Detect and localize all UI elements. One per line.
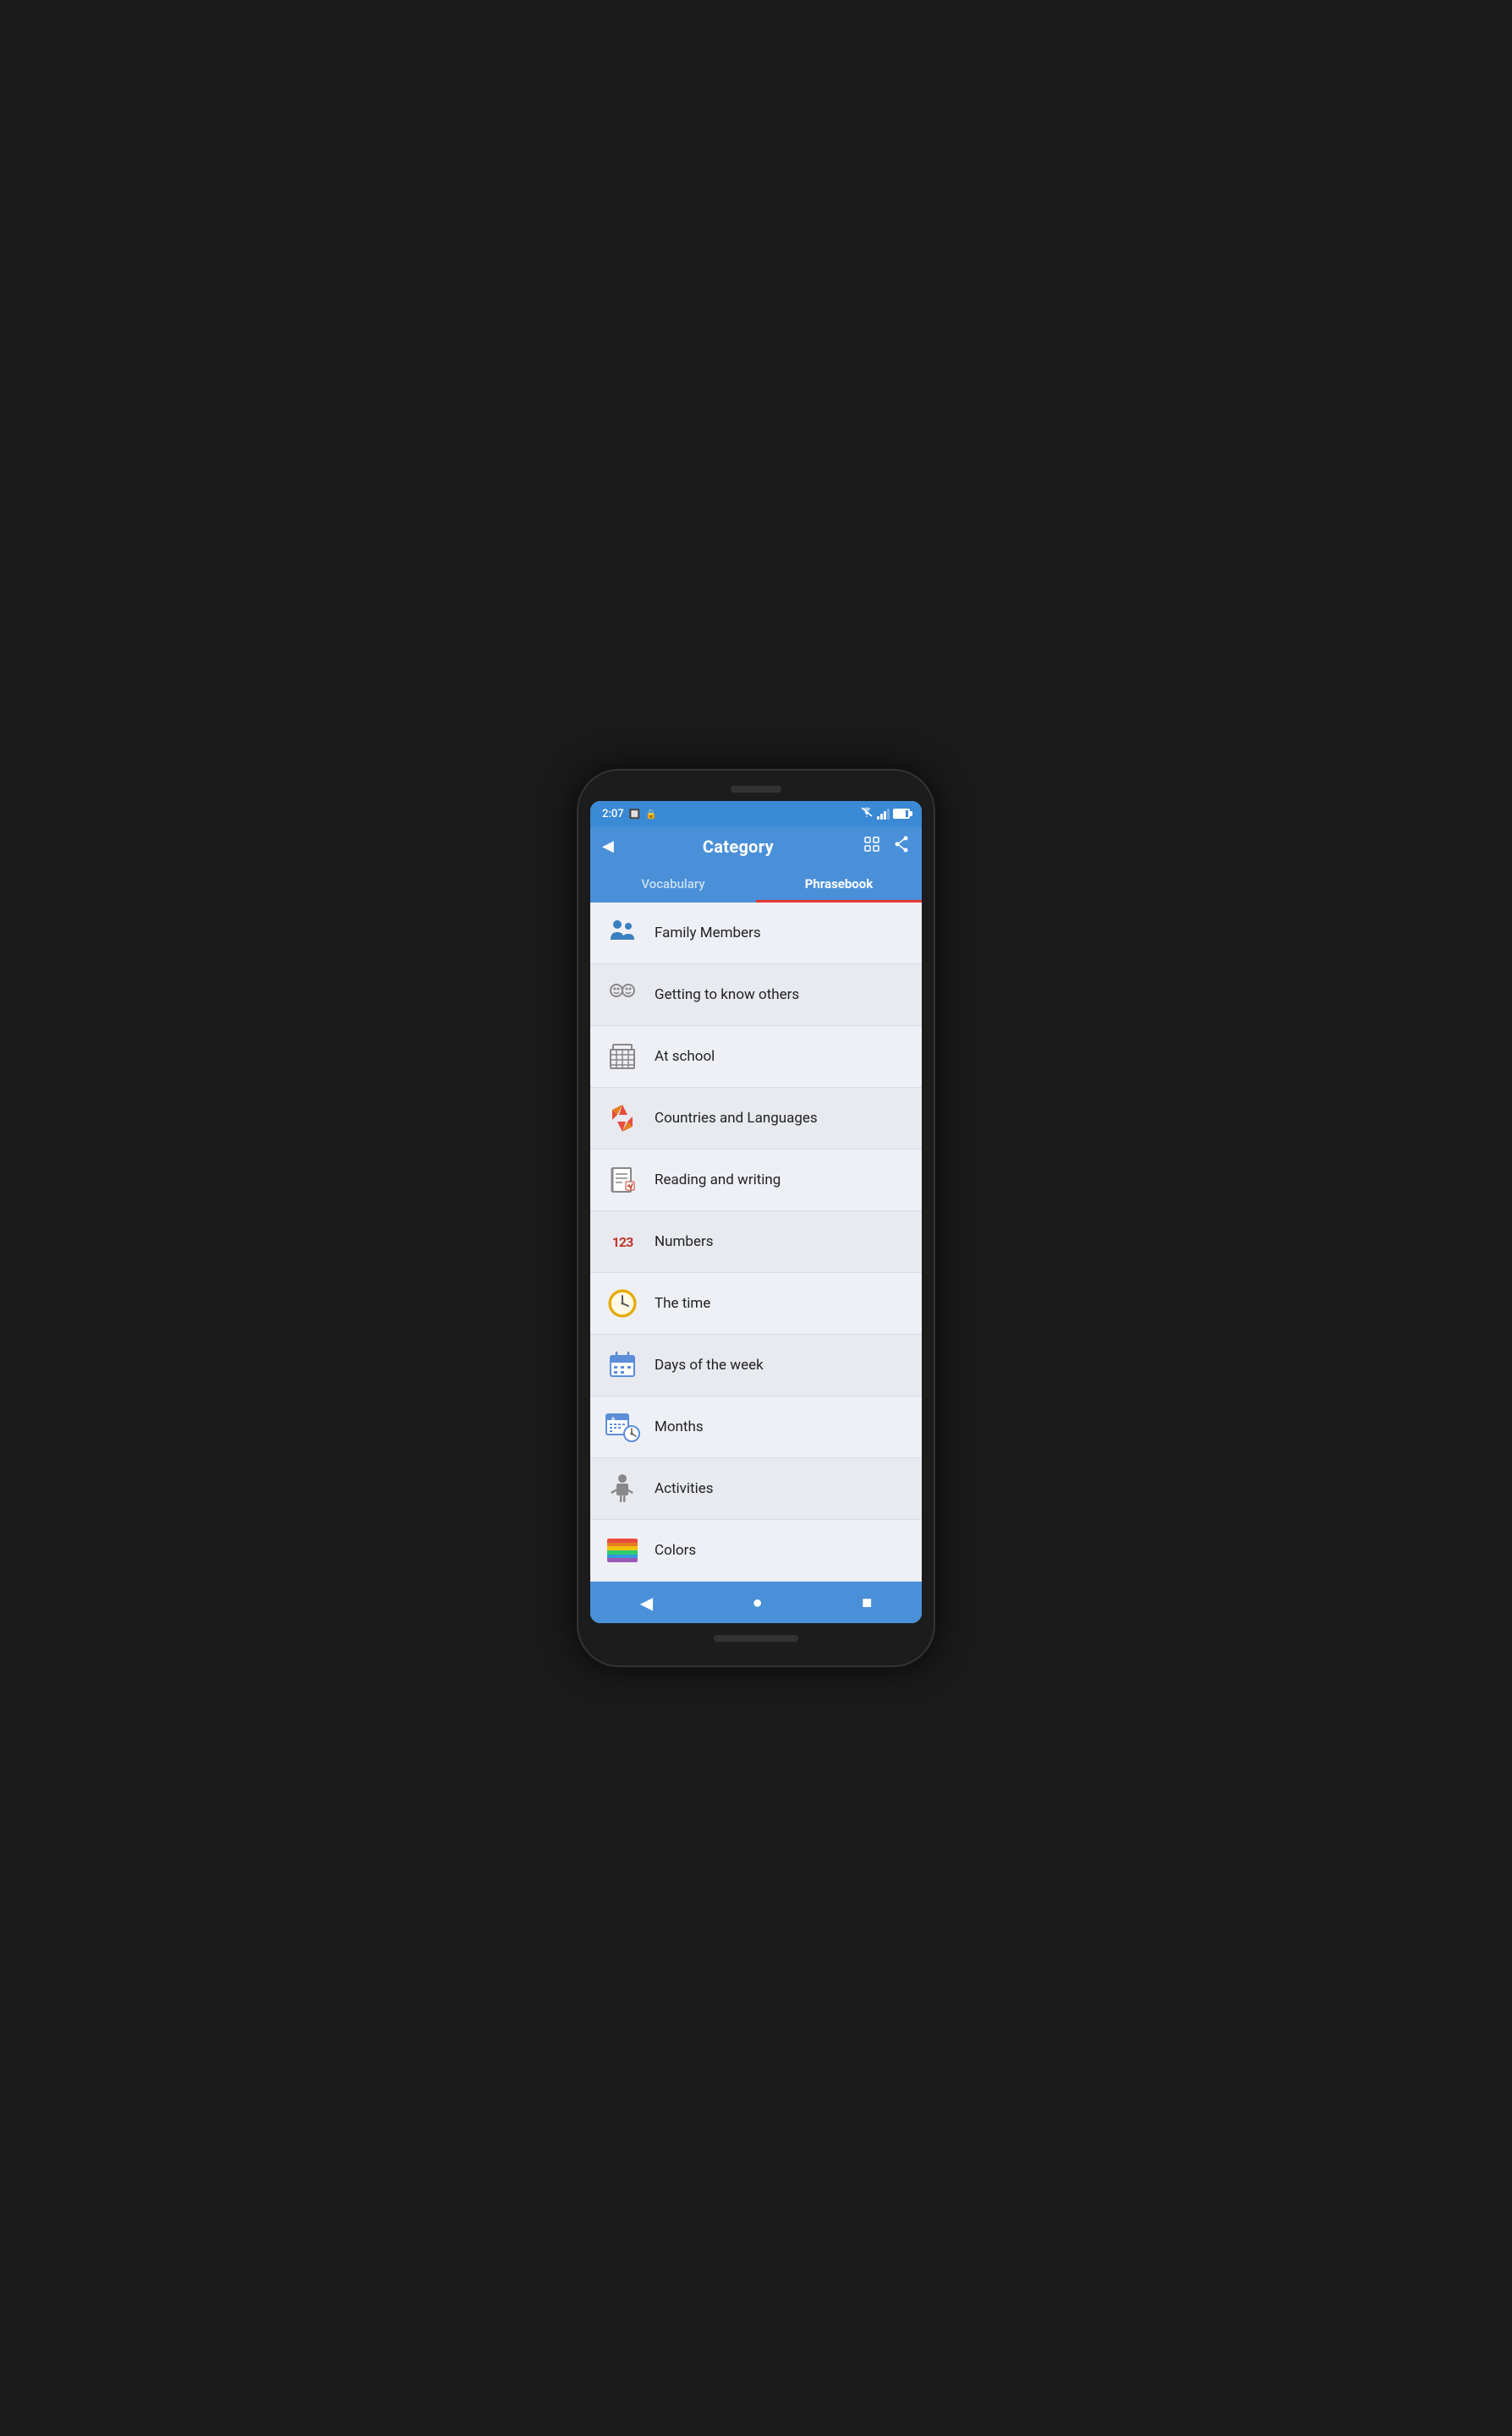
nav-home-button[interactable]: ●	[753, 1592, 763, 1613]
list-item[interactable]: 123 Numbers	[590, 1211, 922, 1273]
list-item[interactable]: Reading and writing	[590, 1149, 922, 1211]
book-icon	[604, 1161, 641, 1199]
months-icon: 9	[604, 1408, 641, 1446]
back-button[interactable]: ◀	[602, 837, 614, 855]
item-label-days: Days of the week	[655, 1357, 764, 1374]
app-bar-icons	[863, 835, 910, 858]
phone-shell: 2:07 🔲 🔒	[578, 771, 934, 1665]
speaker	[731, 786, 781, 793]
app-bar: ◀ Category	[590, 826, 922, 866]
home-button	[714, 1635, 798, 1642]
category-list: Family Members Getting to	[590, 903, 922, 1582]
family-icon	[604, 914, 641, 952]
globe-icon	[604, 1100, 641, 1137]
battery-icon	[893, 809, 910, 819]
item-label-numbers: Numbers	[655, 1233, 714, 1250]
status-bar: 2:07 🔲 🔒	[590, 801, 922, 826]
item-label-time: The time	[655, 1295, 710, 1312]
nav-recent-button[interactable]: ■	[862, 1592, 872, 1613]
grid-icon[interactable]	[863, 835, 881, 858]
lock-icon: 🔒	[645, 809, 657, 820]
bottom-nav: ◀ ● ■	[590, 1582, 922, 1623]
item-label-countries: Countries and Languages	[655, 1110, 818, 1127]
list-item[interactable]: The time	[590, 1273, 922, 1335]
item-label-people: Getting to know others	[655, 986, 799, 1003]
tab-bar: Vocabulary Phrasebook	[590, 866, 922, 903]
list-item[interactable]: At school	[590, 1026, 922, 1088]
list-item[interactable]: Family Members	[590, 903, 922, 964]
time-display: 2:07	[602, 808, 624, 820]
svg-text:9: 9	[611, 1417, 615, 1424]
list-item[interactable]: Activities	[590, 1458, 922, 1520]
colors-icon	[604, 1532, 641, 1569]
signal-icon	[877, 809, 890, 820]
people-icon	[604, 976, 641, 1013]
item-label-colors: Colors	[655, 1542, 696, 1559]
clock-icon	[604, 1285, 641, 1322]
tab-vocabulary[interactable]: Vocabulary	[590, 866, 756, 903]
nav-back-button[interactable]: ◀	[640, 1593, 653, 1613]
list-item[interactable]: Days of the week	[590, 1335, 922, 1396]
share-icon[interactable]	[893, 836, 910, 857]
school-icon	[604, 1038, 641, 1075]
item-label-activities: Activities	[655, 1480, 714, 1497]
sim-icon: 🔲	[629, 809, 641, 820]
list-item[interactable]: Getting to know others	[590, 964, 922, 1026]
item-label-reading: Reading and writing	[655, 1171, 781, 1188]
list-item[interactable]: 9 Months	[590, 1396, 922, 1458]
status-left: 2:07 🔲 🔒	[602, 808, 657, 820]
activities-icon	[604, 1470, 641, 1507]
tab-phrasebook[interactable]: Phrasebook	[756, 866, 922, 903]
item-label-family: Family Members	[655, 924, 761, 941]
wifi-icon	[860, 806, 874, 821]
phone-screen: 2:07 🔲 🔒	[590, 801, 922, 1623]
list-item[interactable]: Countries and Languages	[590, 1088, 922, 1149]
list-item[interactable]: Colors	[590, 1520, 922, 1582]
numbers-icon: 123	[604, 1223, 641, 1260]
app-title: Category	[703, 837, 774, 857]
item-label-school: At school	[655, 1048, 715, 1065]
item-label-months: Months	[655, 1418, 704, 1435]
calendar-icon	[604, 1347, 641, 1384]
status-right	[860, 806, 910, 821]
